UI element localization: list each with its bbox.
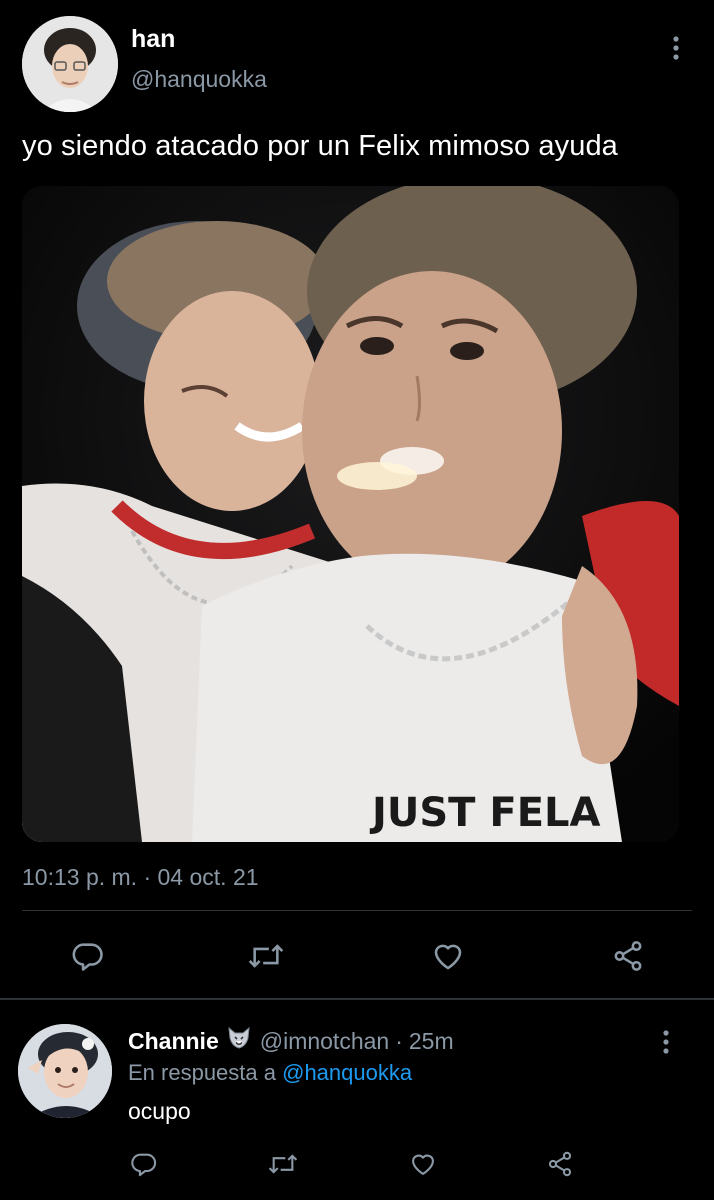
author-avatar[interactable] <box>22 16 118 112</box>
like-icon <box>434 944 462 970</box>
reply-share-button[interactable] <box>542 1146 578 1182</box>
reply-button[interactable] <box>66 936 110 976</box>
reply-time[interactable]: 25m <box>409 1028 454 1055</box>
like-icon <box>412 1154 434 1175</box>
in-reply-to-handle[interactable]: @hanquokka <box>282 1060 412 1085</box>
more-options-icon[interactable] <box>664 34 688 64</box>
author-name[interactable]: han <box>131 25 175 54</box>
reply-text: ocupo <box>128 1098 191 1124</box>
tweet-photo[interactable]: JUST FELA <box>22 186 679 842</box>
share-button[interactable] <box>606 936 650 976</box>
tweet-text: yo siendo atacado por un Felix mimoso ay… <box>22 130 618 162</box>
tweet-timestamp[interactable]: 10:13 p. m. · 04 oct. 21 <box>22 864 259 891</box>
in-reply-to: En respuesta a @hanquokka <box>128 1060 412 1086</box>
retweet-button[interactable] <box>244 936 288 976</box>
like-button[interactable] <box>426 936 470 976</box>
section-divider <box>0 998 714 1000</box>
reply-avatar-image <box>18 1024 112 1118</box>
share-icon <box>548 1151 572 1177</box>
reply-reply-button[interactable] <box>126 1146 162 1182</box>
divider <box>22 910 692 911</box>
reply-retweet-button[interactable] <box>265 1146 301 1182</box>
retweet-icon <box>248 944 284 968</box>
reply-author-name[interactable]: Channie <box>128 1028 219 1055</box>
photo-image: JUST FELA <box>22 186 679 842</box>
reply-icon <box>72 943 103 971</box>
in-reply-to-prefix: En respuesta a <box>128 1060 276 1085</box>
reply-more-options-icon[interactable] <box>654 1028 678 1058</box>
reply-icon <box>131 1153 157 1177</box>
author-avatar-image <box>22 16 118 112</box>
reply-header: Channie @imnotchan · 25m <box>128 1026 454 1056</box>
wolf-emoji-icon <box>226 1026 252 1056</box>
retweet-icon <box>268 1154 298 1174</box>
reply-separator: · <box>395 1027 403 1054</box>
shirt-lettering: JUST FELA <box>369 790 601 836</box>
reply-like-button[interactable] <box>405 1146 441 1182</box>
tweet-detail-page: han @hanquokka yo siendo atacado por un … <box>0 0 714 1200</box>
reply-author-avatar[interactable] <box>18 1024 112 1118</box>
share-icon <box>614 941 642 971</box>
author-handle[interactable]: @hanquokka <box>131 66 267 93</box>
reply-author-handle[interactable]: @imnotchan <box>260 1028 389 1055</box>
